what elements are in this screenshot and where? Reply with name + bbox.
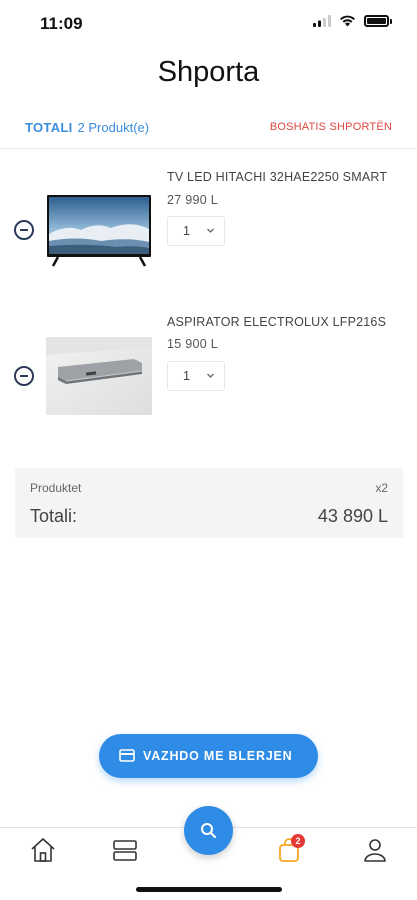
categories-icon[interactable] [110,836,140,864]
status-time: 11:09 [40,14,83,33]
item-name: TV LED HITACHI 32HAE2250 SMART [167,170,388,184]
chevron-down-icon [207,228,214,233]
quantity-value: 1 [183,369,190,383]
remove-item-button[interactable] [14,220,34,240]
cart-summary: TOTALI 2 Produkt(e) [25,120,149,135]
search-button[interactable] [184,806,233,855]
item-name: ASPIRATOR ELECTROLUX LFP216S [167,315,387,329]
home-indicator [136,887,282,892]
empty-cart-button[interactable]: BOSHATIS SHPORTËN [270,121,392,133]
products-count: x2 [375,481,388,495]
battery-icon [364,15,392,27]
remove-item-button[interactable] [14,366,34,386]
search-icon [201,823,217,839]
checkout-button[interactable]: VAZHDO ME BLERJEN [99,734,318,778]
product-count: 2 Produkt(e) [77,120,150,135]
range-hood-image [46,337,152,415]
item-price: 27 990 L [167,193,219,207]
totals-box: Produktet x2 Totali: 43 890 L [15,468,403,538]
tv-image [47,195,151,267]
status-bar: 11:09 [0,0,417,46]
item-price: 15 900 L [167,337,219,351]
profile-icon[interactable] [360,836,390,864]
home-icon[interactable] [28,836,58,864]
total-value: 43 890 L [317,506,388,526]
products-label: Produktet [30,481,82,495]
checkout-label: VAZHDO ME BLERJEN [143,749,293,763]
quantity-select[interactable]: 1 [167,361,225,391]
cart-badge: 2 [291,834,305,848]
page-title: Shporta [157,56,260,88]
quantity-value: 1 [183,224,190,238]
cart-item: TV LED HITACHI 32HAE2250 SMART 27 990 L … [0,160,417,267]
quantity-select[interactable]: 1 [167,216,225,246]
summary-total-label: TOTALI [25,120,73,135]
signal-icon [313,15,331,27]
status-icons [313,15,392,27]
divider [0,148,417,149]
total-label: Totali: [30,506,78,526]
wifi-icon [340,15,355,27]
chevron-down-icon [207,373,214,378]
credit-card-icon [119,749,135,762]
cart-summary-bar: TOTALI 2 Produkt(e) BOSHATIS SHPORTËN [25,120,392,138]
cart-item: ASPIRATOR ELECTROLUX LFP216S 15 900 L 1 [0,305,417,415]
